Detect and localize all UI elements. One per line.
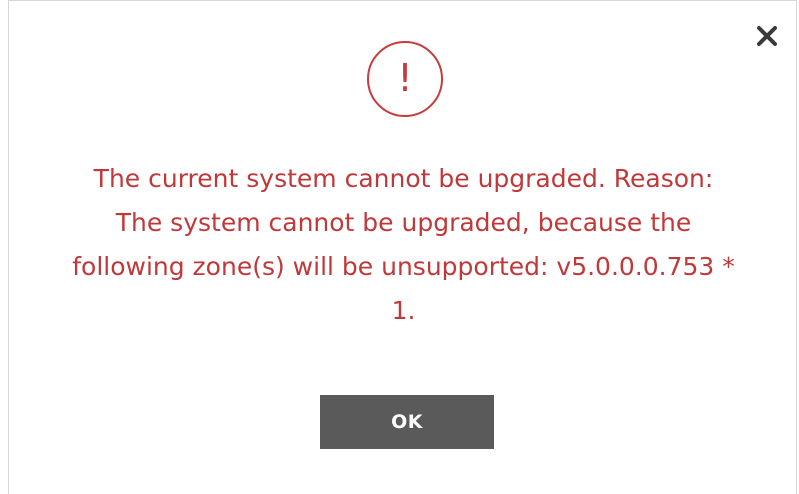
close-icon bbox=[757, 26, 777, 46]
alert-glyph: ! bbox=[397, 56, 413, 100]
alert-circle-icon: ! bbox=[367, 41, 443, 117]
error-message-line: The system cannot be upgraded, because t… bbox=[115, 208, 692, 237]
error-message-line: 1. bbox=[391, 296, 416, 325]
error-message-line: following zone(s) will be unsupported: v… bbox=[72, 252, 735, 281]
ok-button[interactable]: OK bbox=[320, 395, 494, 449]
error-message-line: The current system cannot be upgraded. R… bbox=[93, 164, 714, 193]
close-button[interactable] bbox=[752, 21, 782, 51]
upgrade-error-dialog: ! The current system cannot be upgraded.… bbox=[8, 0, 797, 494]
error-message: The current system cannot be upgraded. R… bbox=[9, 157, 798, 333]
